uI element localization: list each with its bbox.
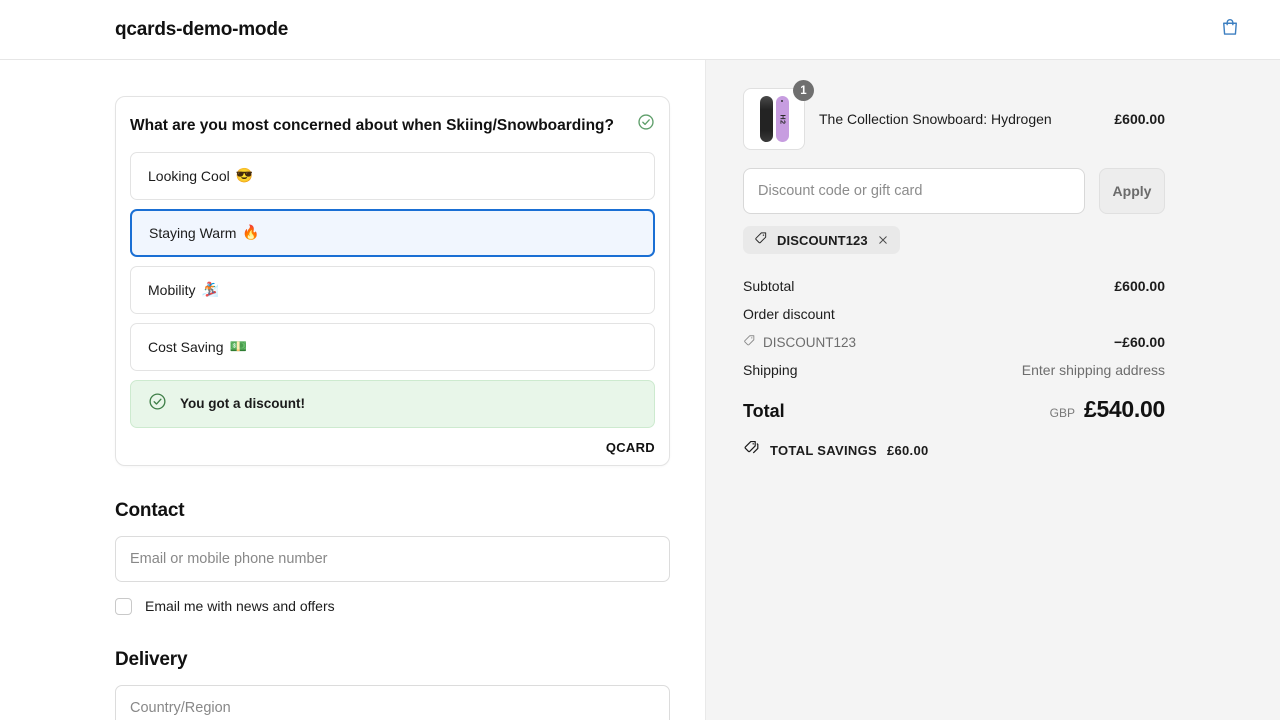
fire-emoji-icon: 🔥 <box>242 224 260 241</box>
product-name: The Collection Snowboard: Hydrogen <box>819 111 1052 127</box>
shopping-bag-icon <box>1220 17 1240 42</box>
shop-title: qcards-demo-mode <box>115 18 289 40</box>
product-thumb-text: H2 <box>778 114 786 124</box>
qcard-option-label: Cost Saving <box>148 338 224 355</box>
summary-label-with-icon: DISCOUNT123 <box>743 334 856 350</box>
summary-row-subtotal: Subtotal £600.00 <box>743 278 1165 294</box>
summary-value: Enter shipping address <box>1021 362 1165 378</box>
snowboard-dark-icon <box>759 96 773 142</box>
check-circle-icon <box>637 113 655 131</box>
email-field-placeholder: Email or mobile phone number <box>130 550 328 567</box>
qcard-option-cost-saving[interactable]: Cost Saving 💵 <box>130 322 655 371</box>
summary-row-total: Total GBP £540.00 <box>743 396 1165 423</box>
tags-icon <box>743 439 760 461</box>
total-savings-amount: £60.00 <box>886 442 929 458</box>
qcard-brand-label: QCARD <box>605 439 655 455</box>
check-circle-icon <box>148 392 167 416</box>
qcard-option-mobility[interactable]: Mobility 🏂 <box>130 265 655 314</box>
summary-label: Order discount <box>743 306 835 322</box>
qcard-option-looking-cool[interactable]: Looking Cool 😎 <box>130 151 655 200</box>
money-emoji-icon: 💵 <box>229 338 247 355</box>
newsletter-checkbox[interactable] <box>115 597 132 615</box>
summary-label: Subtotal <box>743 278 795 294</box>
quantity-badge: 1 <box>793 80 814 101</box>
summary-row-discount-code: DISCOUNT123 −£60.00 <box>743 334 1165 350</box>
snowboard-purple-icon: H2 <box>775 96 789 142</box>
checkout-page: qcards-demo-mode What are you most conce… <box>0 0 1280 720</box>
cart-button[interactable] <box>1220 17 1240 42</box>
summary-row-order-discount: Order discount <box>743 306 1165 322</box>
country-region-field[interactable]: Country/Region <box>115 684 670 720</box>
apply-discount-button[interactable]: Apply <box>1099 168 1165 214</box>
qcard-option-staying-warm[interactable]: Staying Warm 🔥 <box>130 208 655 257</box>
discount-code-placeholder: Discount code or gift card <box>758 183 923 199</box>
email-field[interactable]: Email or mobile phone number <box>115 535 670 582</box>
country-region-placeholder: Country/Region <box>130 699 231 716</box>
discount-success-banner: You got a discount! <box>130 379 655 428</box>
discount-code-input[interactable]: Discount code or gift card <box>743 168 1085 214</box>
newsletter-checkbox-row[interactable]: Email me with news and offers <box>115 597 670 615</box>
checkout-form-column: What are you most concerned about when S… <box>0 60 706 720</box>
discount-code-row: Discount code or gift card Apply <box>743 168 1165 214</box>
summary-row-shipping: Shipping Enter shipping address <box>743 362 1165 378</box>
product-price: £600.00 <box>1114 111 1165 127</box>
discount-success-text: You got a discount! <box>180 396 305 412</box>
total-savings-label: TOTAL SAVINGS <box>770 442 877 458</box>
remove-discount-button[interactable] <box>877 234 889 246</box>
applied-discount-label: DISCOUNT123 <box>777 232 868 248</box>
snowboarder-emoji-icon: 🏂 <box>201 281 219 298</box>
checkout-body: What are you most concerned about when S… <box>0 60 1280 720</box>
product-thumbnail-wrap: H2 1 <box>743 80 814 150</box>
total-savings-row: TOTAL SAVINGS £60.00 <box>743 439 1165 461</box>
tag-icon <box>754 231 768 250</box>
delivery-section-title: Delivery <box>115 648 188 670</box>
order-line-item: H2 1 The Collection Snowboard: Hydrogen … <box>743 80 1165 150</box>
total-amount: £540.00 <box>1083 396 1165 422</box>
summary-value: £600.00 <box>1114 278 1165 294</box>
qcard-option-label: Mobility <box>148 281 196 298</box>
summary-label: DISCOUNT123 <box>763 334 857 350</box>
summary-label: Shipping <box>743 362 798 378</box>
summary-value: −£60.00 <box>1114 334 1165 350</box>
qcard-option-label: Looking Cool <box>148 167 230 184</box>
sunglasses-emoji-icon: 😎 <box>235 167 254 184</box>
tag-icon <box>743 334 756 350</box>
total-label: Total <box>743 401 785 421</box>
page-header: qcards-demo-mode <box>0 0 1280 60</box>
order-summary-column: H2 1 The Collection Snowboard: Hydrogen … <box>706 60 1280 720</box>
applied-discount-chip: DISCOUNT123 <box>743 226 900 254</box>
newsletter-label: Email me with news and offers <box>145 598 335 615</box>
contact-section-title: Contact <box>115 499 185 521</box>
total-currency: GBP <box>1049 406 1075 420</box>
qcard-survey: What are you most concerned about when S… <box>115 96 670 466</box>
qcard-option-label: Staying Warm <box>149 224 237 241</box>
qcard-question: What are you most concerned about when S… <box>130 117 614 134</box>
